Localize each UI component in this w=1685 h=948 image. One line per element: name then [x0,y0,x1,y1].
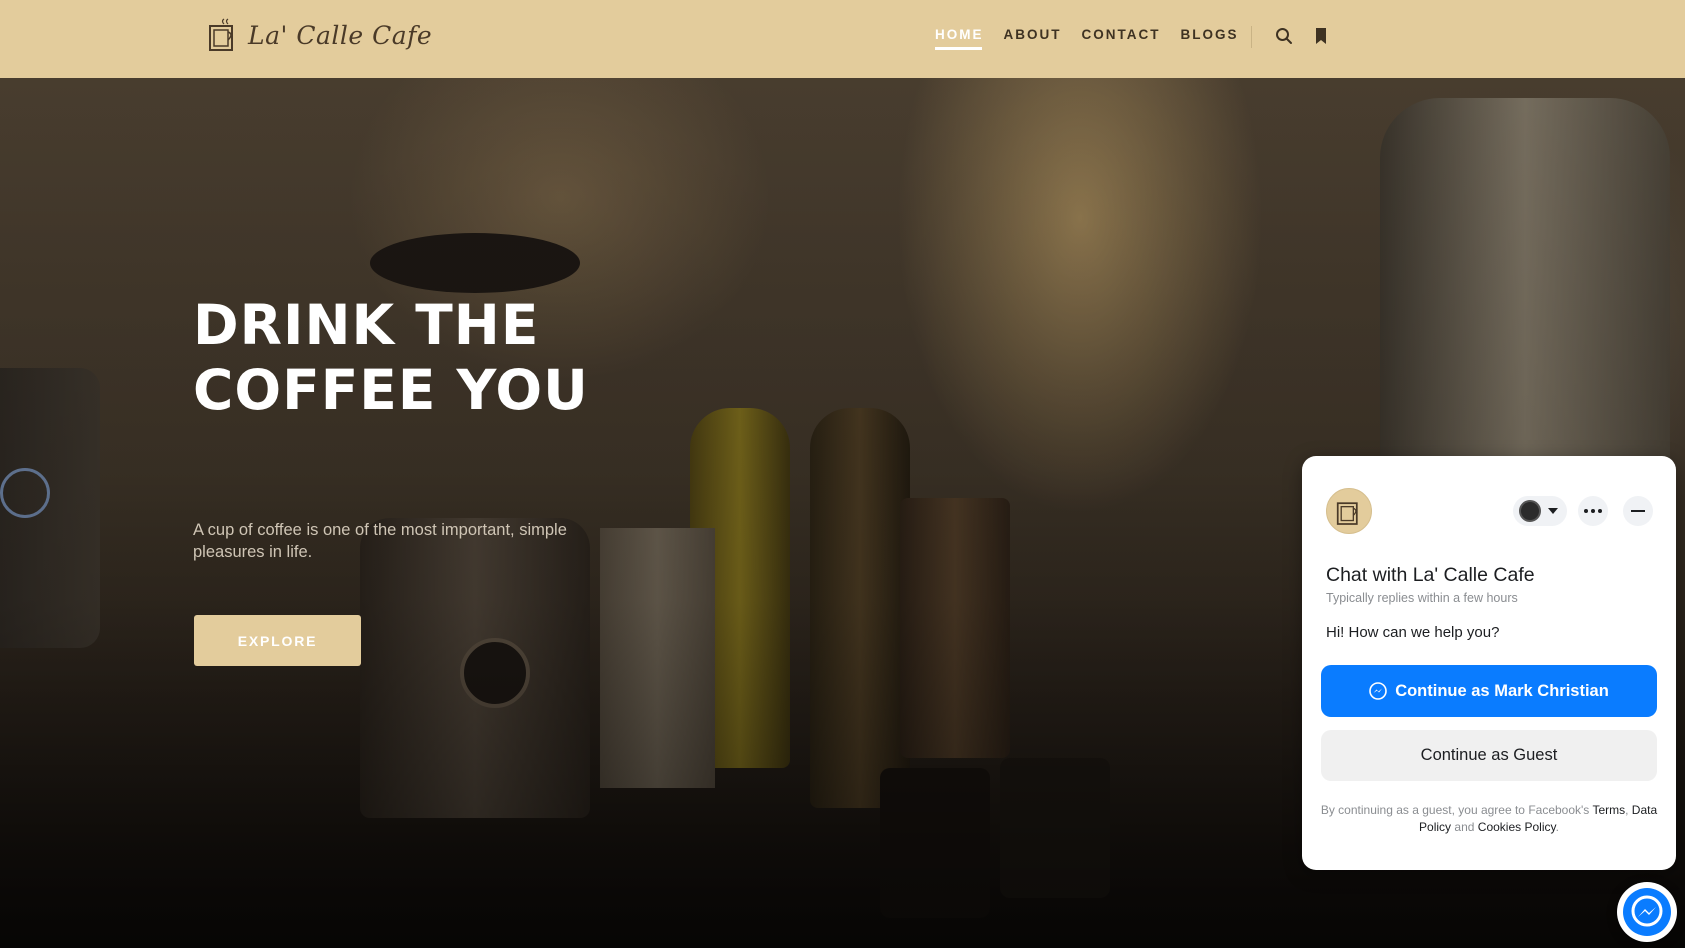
hero-title-line-1: DRINK THE [193,293,540,357]
continue-as-user-label: Continue as Mark Christian [1395,681,1609,700]
user-avatar [1519,500,1541,522]
messenger-chat-panel: Chat with La' Calle Cafe Typically repli… [1302,456,1676,870]
brand-name: La' Calle Cafe [248,20,433,50]
minimize-icon [1631,510,1645,512]
nav-divider [1251,26,1252,48]
explore-button[interactable]: EXPLORE [194,615,361,666]
nav-contact[interactable]: CONTACT [1082,27,1161,50]
terms-link[interactable]: Terms [1592,803,1625,817]
more-options-button[interactable] [1578,496,1608,526]
site-header: La' Calle Cafe HOME ABOUT CONTACT BLOGS [0,0,1685,78]
chat-title: Chat with La' Calle Cafe [1326,564,1535,586]
messenger-launcher-button[interactable] [1617,882,1677,942]
messenger-icon [1623,888,1671,936]
cafe-logo-icon [209,18,233,51]
hero-title: DRINK THE COFFEE YOU [193,293,713,423]
reply-time: Typically replies within a few hours [1326,591,1518,605]
continue-as-user-button[interactable]: Continue as Mark Christian [1321,665,1657,717]
legal-and: and [1454,820,1475,834]
chevron-down-icon [1548,508,1558,514]
bookmark-icon[interactable] [1311,26,1331,46]
legal-prefix: By continuing as a guest, you agree to F… [1320,803,1590,817]
hero-title-line-2: COFFEE YOU [193,358,589,422]
search-icon[interactable] [1274,26,1294,46]
legal-notice: By continuing as a guest, you agree to F… [1320,803,1658,834]
minimize-button[interactable] [1623,496,1653,526]
cookies-policy-link[interactable]: Cookies Policy [1478,820,1556,834]
continue-as-guest-button[interactable]: Continue as Guest [1321,730,1657,781]
nav-about[interactable]: ABOUT [1004,27,1062,50]
messenger-icon [1369,682,1387,700]
nav-home[interactable]: HOME [935,27,984,50]
chat-greeting: Hi! How can we help you? [1326,624,1500,641]
account-switcher[interactable] [1513,496,1567,526]
page-avatar [1326,488,1372,534]
hero-subtitle: A cup of coffee is one of the most impor… [193,521,567,561]
main-nav: HOME ABOUT CONTACT BLOGS [935,27,1239,50]
more-icon [1584,509,1602,513]
cafe-logo-icon [1336,502,1358,525]
brand-logo[interactable]: La' Calle Cafe [208,18,432,52]
nav-blogs[interactable]: BLOGS [1181,27,1239,50]
